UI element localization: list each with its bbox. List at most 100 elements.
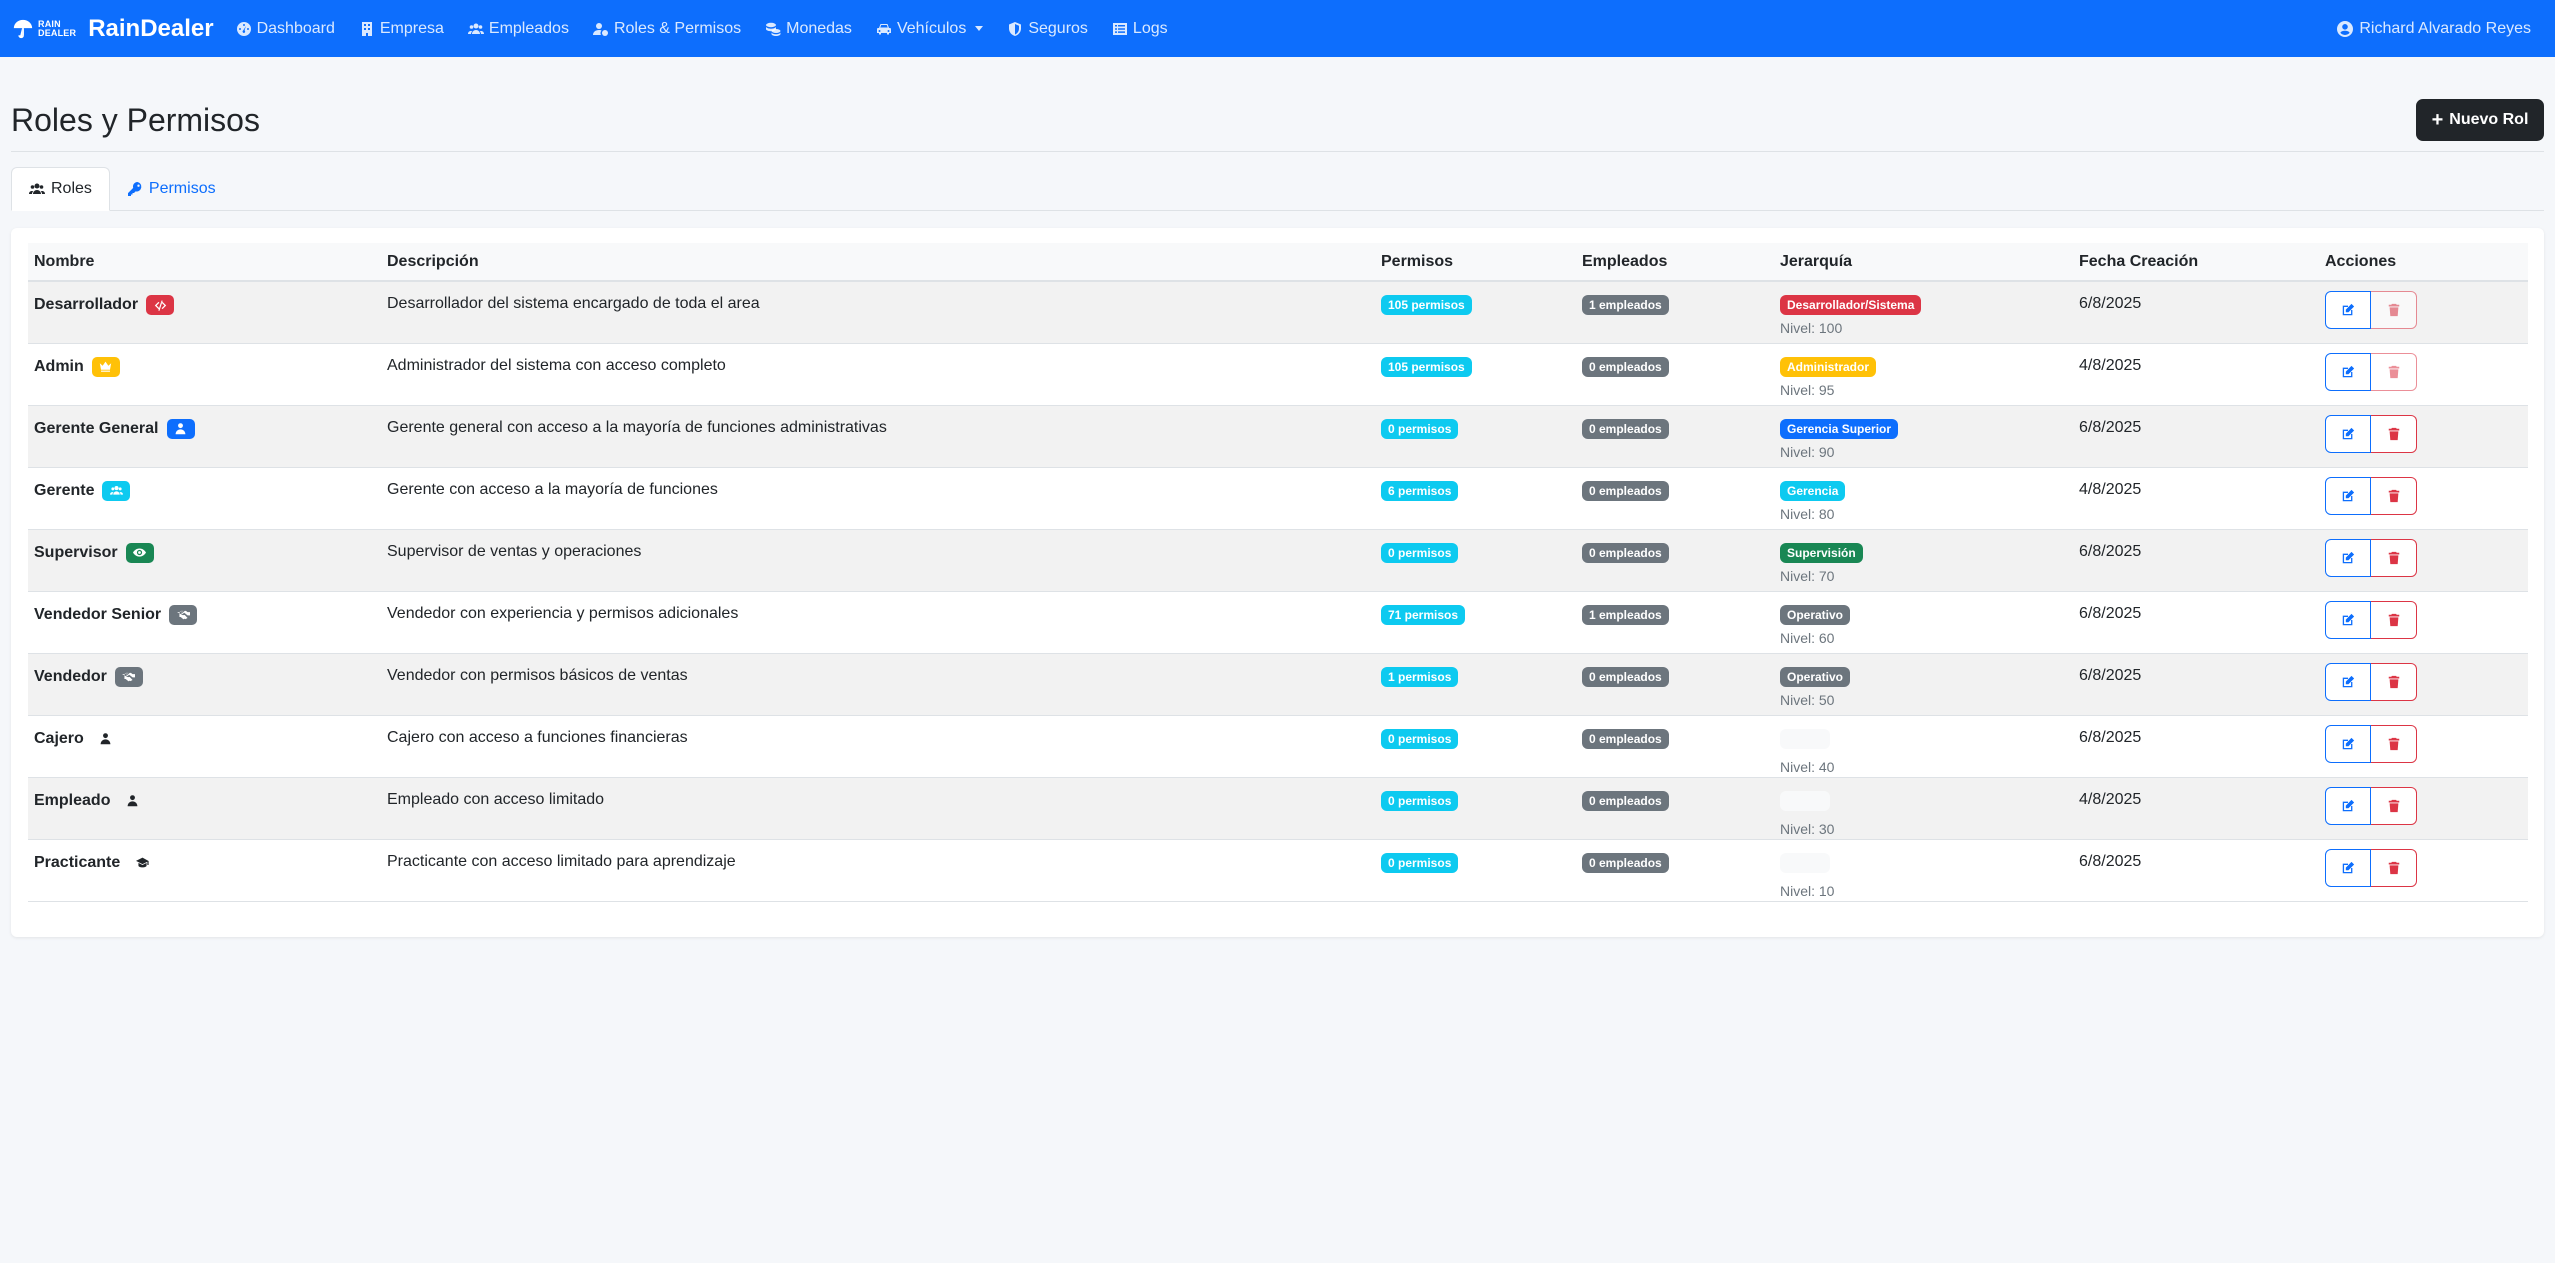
shield-icon <box>1009 21 1022 36</box>
role-description: Supervisor de ventas y operaciones <box>387 542 642 560</box>
table-row: Vendedor Senior Vendedor con experiencia… <box>28 591 2528 653</box>
employees-badge: 1 empleados <box>1582 295 1669 315</box>
permissions-badge: 0 permisos <box>1381 852 1459 873</box>
creation-date: 4/8/2025 <box>2079 480 2142 498</box>
permissions-badge: 0 permisos <box>1381 542 1459 563</box>
cell-empleados: 0 empleados <box>1576 405 1774 467</box>
crown-icon <box>100 361 112 372</box>
edit-icon <box>2342 551 2355 563</box>
trash-icon <box>2388 799 2399 812</box>
trash-icon <box>2388 675 2399 688</box>
delete-button[interactable] <box>2371 786 2417 825</box>
edit-button[interactable] <box>2325 538 2371 577</box>
cell-jerarquia: Gerencia Superior Nivel: 90 <box>1774 405 2073 467</box>
creation-date: 6/8/2025 <box>2079 295 2142 312</box>
edit-button[interactable] <box>2325 291 2371 329</box>
edit-button[interactable] <box>2325 848 2371 887</box>
nav-roles-permisos[interactable]: Roles & Permisos <box>592 20 741 38</box>
role-description: Desarrollador del sistema encargado de t… <box>387 295 760 312</box>
role-name: Admin <box>34 357 84 375</box>
delete-button[interactable] <box>2371 291 2417 329</box>
nav-logs[interactable]: Logs <box>1112 20 1168 38</box>
role-description: Gerente general con acceso a la mayoría … <box>387 418 887 436</box>
nav-dashboard[interactable]: Dashboard <box>236 20 335 38</box>
cell-jerarquia: Desarrollador/Sistema Nivel: 100 <box>1774 281 2073 343</box>
user-name: Richard Alvarado Reyes <box>2359 19 2531 37</box>
delete-button[interactable] <box>2371 724 2417 763</box>
edit-button[interactable] <box>2325 352 2371 391</box>
delete-button[interactable] <box>2371 662 2417 701</box>
nav-empleados[interactable]: Empleados <box>467 19 569 38</box>
cell-empleados: 0 empleados <box>1576 529 1774 591</box>
table-row: Practicante Practicante con acceso limit… <box>28 839 2528 901</box>
edit-button[interactable] <box>2325 662 2371 701</box>
brand-name: RainDealer <box>88 14 214 42</box>
dashboard-icon <box>236 21 251 36</box>
cell-permisos: 6 permisos <box>1375 467 1576 529</box>
employees-badge: 0 empleados <box>1582 418 1669 439</box>
cell-nombre: Cajero <box>28 715 381 777</box>
hierarchy-level: Nivel: 10 <box>1780 882 1835 899</box>
role-description: Practicante con acceso limitado para apr… <box>387 852 736 870</box>
tab-roles[interactable]: Roles <box>11 167 110 211</box>
delete-button[interactable] <box>2371 352 2417 391</box>
hierarchy-badge: Supervisión <box>1780 542 1863 563</box>
brand[interactable]: RAIN DEALER RainDealer <box>12 15 214 43</box>
delete-button[interactable] <box>2371 848 2417 887</box>
list-icon <box>1112 22 1127 35</box>
delete-button[interactable] <box>2371 538 2417 577</box>
edit-button[interactable] <box>2325 600 2371 639</box>
role-name: Supervisor <box>34 543 118 561</box>
role-icon-badge <box>169 604 198 625</box>
role-icon-badge <box>102 480 131 501</box>
nav-empresa-label: Empresa <box>379 19 444 37</box>
cell-empleados: 0 empleados <box>1576 343 1774 405</box>
edit-button[interactable] <box>2325 414 2371 453</box>
edit-icon <box>2342 365 2355 377</box>
nav-monedas[interactable]: Monedas <box>765 20 852 38</box>
delete-button[interactable] <box>2371 414 2417 453</box>
nav-vehiculos-dropdown[interactable]: Vehículos <box>876 20 984 38</box>
col-permisos: Permisos <box>1375 243 1576 282</box>
creation-date: 6/8/2025 <box>2079 542 2142 560</box>
table-row: Supervisor Supervisor de ventas y operac… <box>28 529 2528 591</box>
cell-permisos: 0 permisos <box>1375 529 1576 591</box>
col-jerarquia: Jerarquía <box>1774 243 2073 282</box>
cell-empleados: 0 empleados <box>1576 653 1774 715</box>
permissions-badge: 105 permisos <box>1381 356 1472 377</box>
hierarchy-badge: Operativo <box>1780 666 1851 687</box>
delete-button[interactable] <box>2371 476 2417 515</box>
new-role-button[interactable]: + Nuevo Rol <box>2416 99 2544 141</box>
edit-button[interactable] <box>2325 786 2371 825</box>
nav-seguros[interactable]: Seguros <box>1007 20 1088 38</box>
row-actions <box>2325 476 2522 515</box>
table-row: Vendedor Vendedor con permisos básicos d… <box>28 653 2528 715</box>
cell-descripcion: Vendedor con permisos básicos de ventas <box>381 653 1375 715</box>
cell-nombre: Desarrollador <box>28 281 381 343</box>
edit-button[interactable] <box>2325 476 2371 515</box>
user-menu[interactable]: Richard Alvarado Reyes <box>2337 20 2531 38</box>
trash-icon <box>2388 613 2399 626</box>
nav-empleados-label: Empleados <box>488 19 569 37</box>
permissions-badge: 105 permisos <box>1381 295 1472 315</box>
employees-badge: 0 empleados <box>1582 666 1669 687</box>
creation-date: 6/8/2025 <box>2079 604 2142 622</box>
delete-button[interactable] <box>2371 600 2417 639</box>
cell-fecha: 4/8/2025 <box>2073 777 2319 839</box>
role-icon-badge <box>118 791 146 811</box>
role-description: Gerente con acceso a la mayoría de funci… <box>387 480 718 498</box>
cell-permisos: 0 permisos <box>1375 839 1576 901</box>
roles-table-body: Desarrollador Desarrollador del sistema … <box>28 281 2528 901</box>
edit-button[interactable] <box>2325 724 2371 763</box>
cell-acciones <box>2319 281 2528 343</box>
permissions-badge: 1 permisos <box>1381 666 1459 687</box>
tab-roles-label: Roles <box>51 180 92 197</box>
user-tie-icon <box>175 423 186 435</box>
edit-icon <box>2342 489 2355 501</box>
hierarchy-level: Nivel: 90 <box>1780 443 1835 460</box>
cell-descripcion: Administrador del sistema con acceso com… <box>381 343 1375 405</box>
tab-permisos[interactable]: Permisos <box>110 167 233 210</box>
row-actions <box>2325 352 2522 391</box>
cell-fecha: 4/8/2025 <box>2073 467 2319 529</box>
nav-empresa[interactable]: Empresa <box>359 20 444 38</box>
